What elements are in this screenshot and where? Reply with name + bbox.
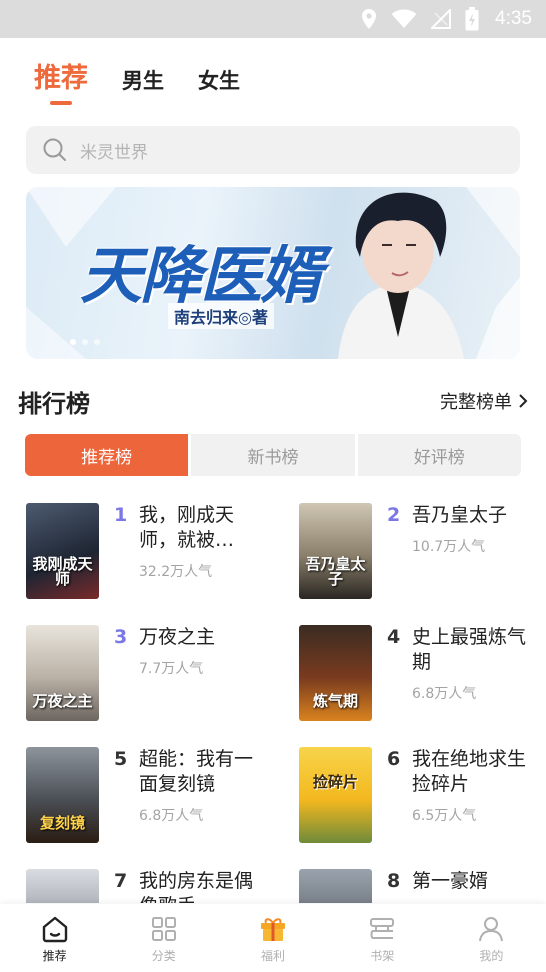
- book-item[interactable]: 7 我的房东是偶像歌手: [26, 869, 288, 903]
- book-item[interactable]: 复刻镜 5 超能：我有一面复刻镜 6.8万人气: [26, 747, 288, 847]
- nav-welfare-label: 福利: [261, 949, 286, 963]
- book-cover: [299, 869, 372, 903]
- nav-profile[interactable]: 我的: [437, 904, 546, 972]
- book-cover-title: 捡碎片: [312, 773, 358, 791]
- book-title: 我在绝地求生捡碎片: [412, 748, 527, 795]
- battery-icon: [465, 7, 479, 31]
- banner-dot: [94, 339, 100, 345]
- book-item[interactable]: 捡碎片 6 我在绝地求生捡碎片 6.5万人气: [299, 747, 546, 847]
- book-item[interactable]: 吾乃皇太子 2 吾乃皇太子 10.7万人气: [299, 503, 546, 603]
- nav-category-label: 分类: [151, 949, 176, 963]
- rank-number: 4: [387, 626, 401, 648]
- status-bar: 4:35: [0, 0, 546, 38]
- book-popularity: 6.5万人气: [412, 808, 477, 824]
- promo-banner[interactable]: 天降医婿 南去归来◎著: [26, 187, 520, 359]
- book-cover: 捡碎片: [299, 747, 372, 843]
- search-placeholder: 米灵世界: [80, 142, 148, 163]
- tab-male[interactable]: 男生: [122, 65, 164, 95]
- book-popularity: 6.8万人气: [412, 686, 477, 702]
- book-title: 超能：我有一面复刻镜: [139, 748, 254, 795]
- book-title: 史上最强炼气期: [412, 626, 527, 673]
- banner-title: 天降医婿: [80, 239, 322, 312]
- book-cover: 万夜之主: [26, 625, 99, 721]
- nav-bookshelf[interactable]: 书架: [328, 904, 437, 972]
- tab-recommend[interactable]: 推荐: [34, 56, 88, 95]
- book-popularity: 6.8万人气: [139, 808, 204, 824]
- rank-number: 2: [387, 504, 401, 526]
- rank-number: 5: [114, 748, 128, 770]
- book-popularity: 7.7万人气: [139, 661, 204, 677]
- banner-author: 南去归来◎著: [168, 303, 274, 329]
- book-item[interactable]: 万夜之主 3 万夜之主 7.7万人气: [26, 625, 288, 725]
- ranking-title: 排行榜: [18, 390, 90, 418]
- ranking-tabs: 推荐榜 新书榜 好评榜: [25, 434, 521, 476]
- chevron-right-icon: [519, 394, 528, 408]
- book-popularity: 32.2万人气: [139, 564, 213, 580]
- banner-dot: [82, 339, 88, 345]
- search-input[interactable]: 米灵世界: [26, 126, 520, 174]
- nav-recommend-label: 推荐: [42, 949, 67, 963]
- rank-number: 3: [114, 626, 128, 648]
- nav-welfare[interactable]: 福利: [218, 904, 327, 972]
- bottom-nav: 推荐 分类 福利 书架 我的: [0, 904, 546, 972]
- signal-icon: [431, 9, 452, 29]
- bookshelf-icon: [370, 918, 395, 939]
- rank-number: 7: [114, 870, 128, 892]
- book-cover-title: 炼气期: [312, 692, 358, 710]
- ranking-list: 我刚成天师 1 我，刚成天师，就被… 32.2万人气 吾乃皇太子 2 吾乃皇太子…: [0, 503, 546, 903]
- full-ranking-link[interactable]: 完整榜单: [440, 388, 528, 414]
- profile-icon: [479, 917, 504, 942]
- tab-female[interactable]: 女生: [198, 65, 240, 95]
- book-cover: 炼气期: [299, 625, 372, 721]
- book-cover-title: 吾乃皇太子: [305, 555, 366, 588]
- search-icon: [43, 138, 66, 161]
- book-item[interactable]: 炼气期 4 史上最强炼气期 6.8万人气: [299, 625, 546, 725]
- book-cover: 吾乃皇太子: [299, 503, 372, 599]
- book-cover: 复刻镜: [26, 747, 99, 843]
- home-icon: [42, 916, 67, 943]
- book-cover: 我刚成天师: [26, 503, 99, 599]
- tab-new-books[interactable]: 新书榜: [191, 434, 355, 476]
- top-tabs: 推荐 男生 女生: [34, 56, 240, 95]
- book-title: 我的房东是偶像歌手: [139, 870, 254, 903]
- rank-number: 6: [387, 748, 401, 770]
- location-icon: [362, 9, 377, 29]
- book-title: 第一豪婿: [412, 870, 489, 892]
- book-cover-title: 万夜之主: [32, 692, 93, 710]
- nav-recommend[interactable]: 推荐: [0, 904, 109, 972]
- banner-dot: [70, 339, 76, 345]
- nav-bookshelf-label: 书架: [370, 949, 395, 963]
- rank-number: 1: [114, 504, 128, 526]
- banner-indicator: [70, 339, 100, 345]
- nav-category[interactable]: 分类: [109, 904, 218, 972]
- book-popularity: 10.7万人气: [412, 539, 486, 555]
- tab-top-rated[interactable]: 好评榜: [357, 434, 521, 476]
- book-cover-title: 复刻镜: [39, 814, 85, 832]
- book-cover-title: 我刚成天师: [32, 555, 93, 588]
- book-item[interactable]: 我刚成天师 1 我，刚成天师，就被… 32.2万人气: [26, 503, 288, 603]
- book-title: 吾乃皇太子: [412, 504, 508, 526]
- status-time: 4:35: [495, 8, 532, 29]
- book-item[interactable]: 8 第一豪婿: [299, 869, 546, 903]
- rank-number: 8: [387, 870, 401, 892]
- nav-profile-label: 我的: [479, 949, 504, 963]
- gift-icon: [261, 918, 285, 941]
- book-cover: [26, 869, 99, 903]
- wifi-icon: [391, 9, 417, 28]
- book-title: 我，刚成天师，就被…: [139, 504, 235, 551]
- full-ranking-label: 完整榜单: [440, 392, 512, 413]
- tab-recommend-ranking[interactable]: 推荐榜: [25, 434, 189, 476]
- book-title: 万夜之主: [139, 626, 216, 648]
- grid-icon: [151, 917, 176, 941]
